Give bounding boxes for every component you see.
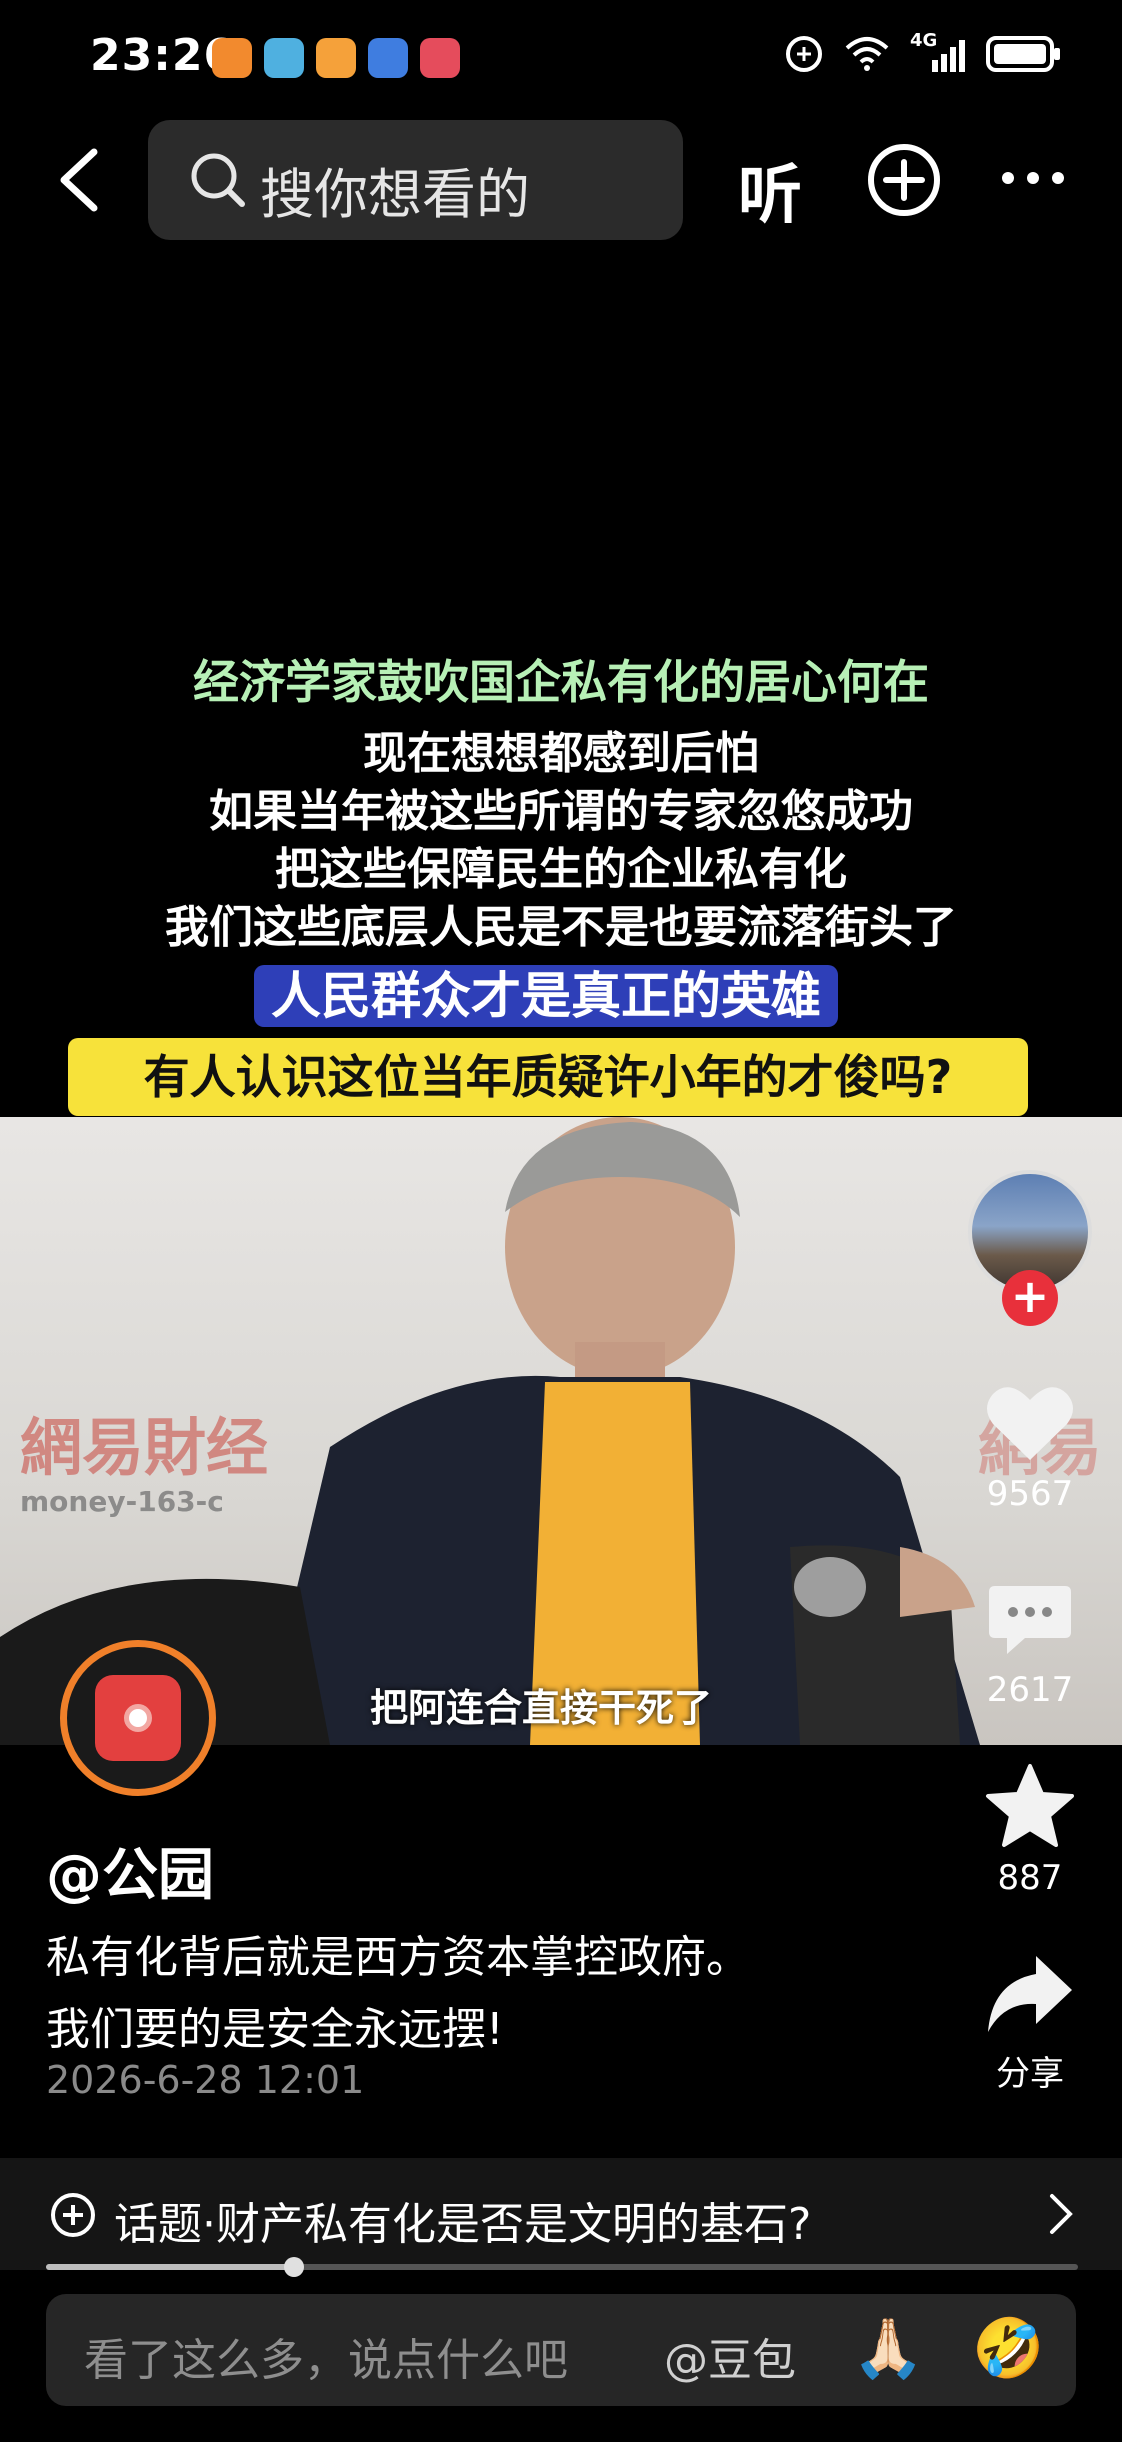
add-topic-icon bbox=[51, 2193, 95, 2237]
chevron-right-icon bbox=[1050, 2194, 1073, 2234]
comment-button[interactable]: 2617 bbox=[960, 1580, 1100, 1710]
follow-plus-icon[interactable]: + bbox=[1002, 1270, 1058, 1326]
progress-fill bbox=[46, 2264, 294, 2270]
share-button[interactable]: 分享 bbox=[960, 1952, 1100, 2095]
app-icon-3 bbox=[316, 38, 356, 78]
status-right: 4G bbox=[784, 30, 1062, 74]
notification-icons bbox=[212, 38, 460, 78]
back-arrow-icon[interactable] bbox=[50, 148, 110, 212]
topic-label: 话题·财产私有化是否是文明的基石? bbox=[114, 2199, 812, 2250]
like-button[interactable]: 9567 bbox=[960, 1382, 1100, 1514]
author-name[interactable]: @公园 bbox=[46, 1830, 214, 1911]
caption-line: 我们这些底层人民是不是也要流落街头了 bbox=[165, 902, 957, 953]
progress-handle[interactable] bbox=[283, 2257, 304, 2277]
app-icon-5 bbox=[420, 38, 460, 78]
post-description-line: 私有化背后就是西方资本掌控政府。 bbox=[46, 1932, 750, 1983]
caption-title: 经济学家鼓吹国企私有化的居心何在 bbox=[193, 655, 929, 709]
share-arrow-icon bbox=[988, 1956, 1072, 2032]
comment-input-bar[interactable]: 看了这么多，说点什么吧 @豆包 🙏🏻 🤣 bbox=[46, 2294, 1076, 2406]
comment-icon bbox=[989, 1586, 1071, 1654]
more-options-icon[interactable] bbox=[1000, 168, 1066, 188]
caption-highlight-blue: 人民群众才是真正的英雄 bbox=[254, 965, 838, 1027]
post-date: 2026-6-28 12:01 bbox=[46, 2058, 365, 2102]
search-placeholder: 搜你想看的 bbox=[260, 163, 530, 226]
praying-hands-emoji[interactable]: 🙏🏻 bbox=[852, 2314, 924, 2383]
music-disc-center bbox=[124, 1704, 152, 1732]
mention-doubao-button[interactable]: @豆包 bbox=[664, 2324, 796, 2388]
top-bar: 搜你想看的 听 bbox=[0, 120, 1122, 240]
laughing-emoji[interactable]: 🤣 bbox=[972, 2314, 1044, 2383]
star-icon bbox=[986, 1764, 1074, 1847]
search-icon bbox=[191, 153, 245, 207]
app-icon-2 bbox=[264, 38, 304, 78]
listen-button[interactable]: 听 bbox=[738, 144, 802, 236]
battery-icon bbox=[986, 36, 1060, 72]
comment-placeholder: 看了这么多，说点什么吧 bbox=[84, 2335, 568, 2386]
post-description-line: 我们要的是安全永远摆! bbox=[46, 2004, 504, 2055]
post-description: 私有化背后就是西方资本掌控政府。 我们要的是安全永远摆! bbox=[46, 1922, 750, 2066]
caption-highlight-yellow: 有人认识这位当年质疑许小年的才俊吗? bbox=[68, 1038, 1028, 1116]
caption-line: 现在想想都感到后怕 bbox=[363, 728, 759, 779]
music-disc[interactable] bbox=[60, 1640, 216, 1796]
video-subtitle: 把阿连合直接干死了 bbox=[370, 1686, 713, 1730]
comment-count: 2617 bbox=[986, 1670, 1074, 1710]
search-box[interactable]: 搜你想看的 bbox=[148, 120, 683, 240]
video-player[interactable]: 经济学家鼓吹国企私有化的居心何在 现在想想都感到后怕 如果当年被这些所谓的专家忽… bbox=[0, 240, 1122, 1745]
share-label: 分享 bbox=[996, 2054, 1064, 2094]
heart-icon bbox=[987, 1387, 1073, 1460]
hd-call-icon bbox=[786, 36, 822, 72]
caption-line: 如果当年被这些所谓的专家忽悠成功 bbox=[209, 786, 913, 837]
favorite-button[interactable]: 887 bbox=[960, 1762, 1100, 1898]
app-icon-1 bbox=[212, 38, 252, 78]
like-count: 9567 bbox=[986, 1474, 1074, 1514]
cell-signal-icon: 4G bbox=[910, 30, 968, 74]
favorite-count: 887 bbox=[997, 1858, 1063, 1898]
topic-bar[interactable]: 话题·财产私有化是否是文明的基石? bbox=[0, 2158, 1122, 2270]
status-bar: 23:26 4G bbox=[0, 0, 1122, 120]
add-circle-icon[interactable] bbox=[866, 142, 942, 218]
video-progress-bar[interactable] bbox=[46, 2257, 1078, 2277]
caption-line: 把这些保障民生的企业私有化 bbox=[275, 844, 847, 895]
wifi-icon bbox=[845, 37, 889, 71]
app-icon-4 bbox=[368, 38, 408, 78]
